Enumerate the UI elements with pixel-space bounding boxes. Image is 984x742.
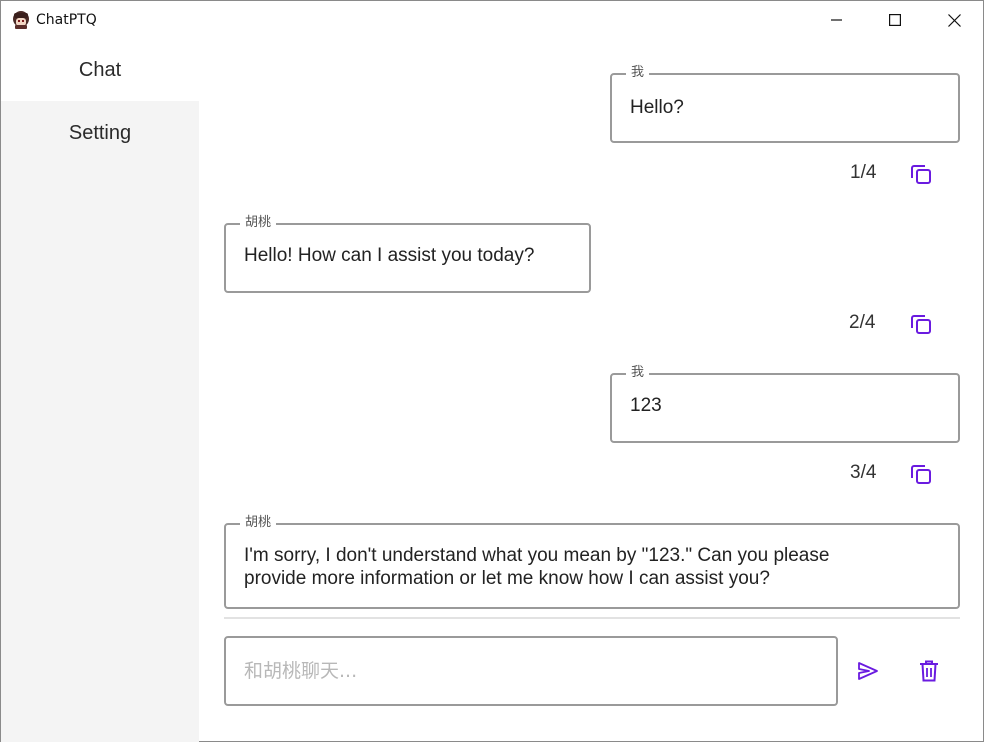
maximize-icon — [889, 14, 901, 26]
send-icon — [858, 662, 878, 680]
message-sender: 我 — [626, 365, 650, 381]
chat-input[interactable] — [244, 658, 814, 684]
sidebar-item-label: Setting — [68, 121, 132, 144]
message-sender: 胡桃 — [240, 515, 277, 531]
message-sender: 胡桃 — [240, 215, 277, 231]
maximize-button[interactable] — [866, 1, 924, 39]
copy-button[interactable] — [907, 160, 935, 188]
message-text: 123 — [630, 395, 662, 416]
chat-input-container — [224, 636, 838, 706]
message-counter: 2/4 — [849, 312, 876, 333]
close-button[interactable] — [925, 1, 983, 39]
message-bubble-assistant: 胡桃 Hello! How can I assist you today? — [224, 215, 591, 293]
window-title: ChatPTQ — [36, 12, 97, 28]
composer-divider — [224, 617, 960, 619]
copy-button[interactable] — [907, 460, 935, 488]
message-bubble-assistant: 胡桃 I'm sorry, I don't understand what yo… — [224, 515, 960, 609]
message-text: Hello? — [630, 97, 684, 118]
message-counter: 3/4 — [850, 462, 877, 483]
message-text: Hello! How can I assist you today? — [244, 245, 535, 266]
message-sender: 我 — [626, 65, 650, 81]
copy-icon — [911, 465, 931, 484]
app-avatar-icon — [11, 10, 31, 30]
sidebar-item-label: Chat — [78, 58, 122, 81]
sidebar-item-setting[interactable]: Setting — [1, 102, 199, 164]
title-bar: ChatPTQ — [1, 1, 983, 39]
delete-button[interactable] — [913, 655, 945, 687]
close-icon — [947, 13, 961, 27]
message-bubble-user: 我 123 — [610, 365, 960, 443]
copy-icon — [911, 315, 931, 334]
message-counter: 1/4 — [850, 162, 877, 183]
trash-icon — [920, 660, 938, 682]
app-window: ChatPTQ Chat Setting 我 Hello? 1/4 胡桃 Hel… — [0, 0, 984, 742]
minimize-icon — [831, 19, 842, 21]
message-text-line: provide more information or let me know … — [244, 568, 770, 589]
message-bubble-user: 我 Hello? — [610, 65, 960, 143]
copy-icon — [911, 165, 931, 184]
sidebar-nav: Chat Setting — [1, 39, 199, 742]
message-text-line: I'm sorry, I don't understand what you m… — [244, 545, 830, 566]
copy-button[interactable] — [907, 310, 935, 338]
sidebar-item-chat[interactable]: Chat — [1, 39, 199, 101]
send-button[interactable] — [852, 655, 884, 687]
minimize-button[interactable] — [808, 1, 866, 39]
